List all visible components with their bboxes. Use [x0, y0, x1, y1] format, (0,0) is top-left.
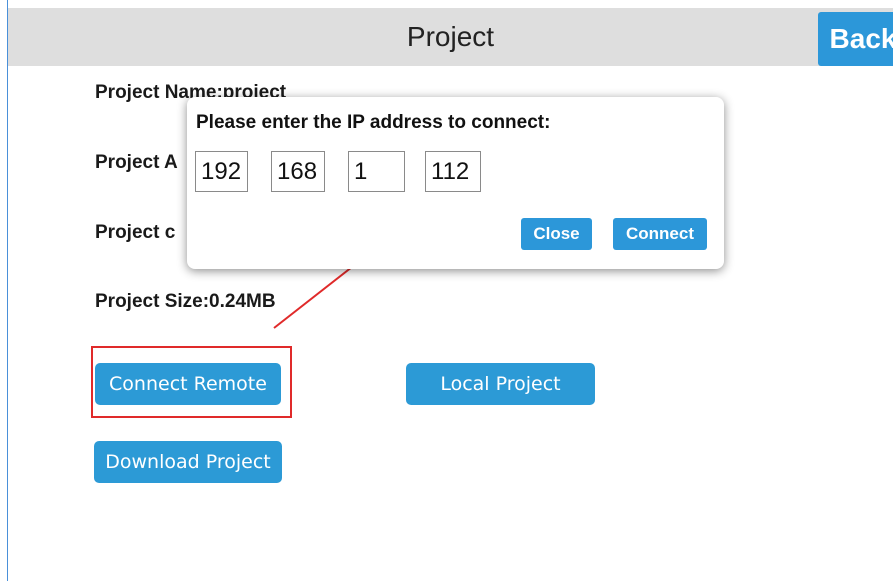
ip-dialog: Please enter the IP address to connect: …	[187, 97, 724, 269]
download-project-button[interactable]: Download Project	[94, 441, 282, 483]
project-address-label: Project A	[95, 152, 178, 173]
dialog-close-button[interactable]: Close	[521, 218, 592, 250]
dialog-title: Please enter the IP address to connect:	[196, 112, 551, 133]
ip-octet-4-input[interactable]	[425, 151, 481, 192]
project-config-label: Project c	[95, 222, 176, 243]
page-title: Project	[406, 21, 495, 52]
ip-octet-3-input[interactable]	[348, 151, 405, 192]
annotation-highlight-box	[91, 346, 292, 418]
back-button[interactable]: Back	[818, 12, 893, 66]
dialog-connect-button[interactable]: Connect	[613, 218, 707, 250]
project-size-label: Project Size:0.24MB	[95, 291, 276, 312]
local-project-button[interactable]: Local Project	[406, 363, 595, 405]
left-border	[7, 0, 8, 581]
header-bar: Project	[8, 8, 893, 66]
ip-octet-2-input[interactable]	[271, 151, 325, 192]
ip-octet-1-input[interactable]	[195, 151, 248, 192]
